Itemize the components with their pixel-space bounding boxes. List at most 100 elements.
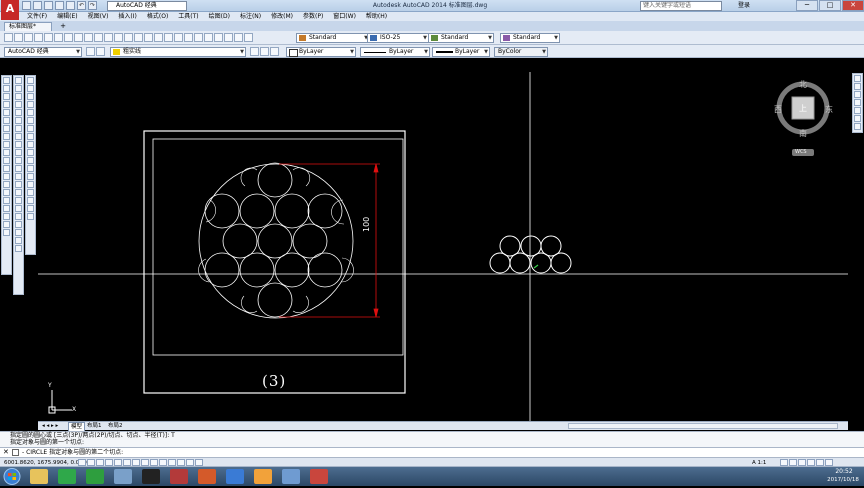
paste-icon[interactable] <box>94 33 103 42</box>
start-button[interactable] <box>1 467 23 486</box>
menu-window[interactable]: 窗口(W) <box>328 12 361 21</box>
zoom-realtime-icon[interactable] <box>154 33 163 42</box>
ellipse-icon[interactable] <box>3 149 10 156</box>
undo-icon[interactable]: ↶ <box>77 1 86 10</box>
lineweight-display-icon[interactable] <box>168 459 176 466</box>
sheet-set-icon[interactable] <box>214 33 223 42</box>
walk-icon[interactable] <box>854 115 861 122</box>
menu-file[interactable]: 文件(F) <box>22 12 52 21</box>
grid-display-icon[interactable] <box>96 459 104 466</box>
scale-icon[interactable] <box>15 133 22 140</box>
block-editor-icon[interactable] <box>114 33 123 42</box>
ortho-icon[interactable] <box>27 181 34 188</box>
offset-icon[interactable] <box>15 101 22 108</box>
workspace-switch-icon[interactable] <box>789 459 797 466</box>
node-icon[interactable] <box>27 101 34 108</box>
undo-tool-icon[interactable] <box>124 33 133 42</box>
perpendicular-icon[interactable] <box>27 125 34 132</box>
coordinate-readout[interactable]: 6001.8620, 1675.9904, 0.0000 <box>4 459 90 467</box>
parallel-icon[interactable] <box>27 133 34 140</box>
draw-order-icon[interactable] <box>15 245 22 252</box>
preview-icon[interactable] <box>44 33 53 42</box>
text-style-dropdown[interactable]: Standard▼ <box>296 33 370 43</box>
compass-south[interactable]: 南 <box>799 128 807 139</box>
screen-recorder-icon[interactable] <box>170 469 188 484</box>
break-point-icon[interactable] <box>15 165 22 172</box>
spline-icon[interactable] <box>3 141 10 148</box>
trim-icon[interactable] <box>15 149 22 156</box>
quadrant-icon[interactable] <box>27 109 34 116</box>
fly-icon[interactable] <box>854 123 861 130</box>
mirror-icon[interactable] <box>15 93 22 100</box>
break-icon[interactable] <box>15 173 22 180</box>
grid-icon[interactable] <box>27 173 34 180</box>
layer-dropdown[interactable]: 粗实线 ▼ <box>110 47 246 57</box>
word-icon[interactable] <box>282 469 300 484</box>
snap-icon[interactable] <box>27 85 34 92</box>
gradient-icon[interactable] <box>3 197 10 204</box>
polygon-icon[interactable] <box>3 101 10 108</box>
viewcube[interactable]: 北 南 东 西 上 WCS <box>772 77 834 159</box>
make-current-icon[interactable] <box>250 47 259 56</box>
ortho-mode-icon[interactable] <box>105 459 113 466</box>
horizontal-scrollbar[interactable] <box>568 423 838 429</box>
continuous-orbit-icon[interactable] <box>854 91 861 98</box>
menu-dimension[interactable]: 标注(N) <box>235 12 266 21</box>
menu-edit[interactable]: 编辑(E) <box>52 12 82 21</box>
copy-object-icon[interactable] <box>15 85 22 92</box>
linetype-dropdown[interactable]: ByLayer ▼ <box>360 47 430 57</box>
dyn-icon[interactable] <box>27 213 34 220</box>
terminal-icon[interactable] <box>142 469 160 484</box>
autocad-logo-icon[interactable]: A <box>1 0 19 20</box>
erase-icon[interactable] <box>15 77 22 84</box>
move-icon[interactable] <box>15 117 22 124</box>
media-icon[interactable] <box>114 469 132 484</box>
isolate-objects-icon[interactable] <box>816 459 824 466</box>
zoom-previous-icon[interactable] <box>174 33 183 42</box>
menu-view[interactable]: 视图(V) <box>83 12 114 21</box>
tangent-icon[interactable] <box>27 117 34 124</box>
color-dropdown[interactable]: ByLayer ▼ <box>286 47 356 57</box>
menu-modify[interactable]: 修改(M) <box>266 12 298 21</box>
publish-icon[interactable] <box>54 33 63 42</box>
layer-manager-icon[interactable] <box>96 47 105 56</box>
compass-east[interactable]: 东 <box>825 104 833 115</box>
minimize-button[interactable]: ─ <box>796 0 818 11</box>
menu-parametric[interactable]: 参数(P) <box>298 12 328 21</box>
make-block-icon[interactable] <box>3 173 10 180</box>
help-icon[interactable] <box>244 33 253 42</box>
workspace-dropdown[interactable]: AutoCAD 经典 <box>107 1 187 11</box>
wcs-label[interactable]: WCS <box>795 149 807 155</box>
save-as-icon[interactable] <box>55 1 64 10</box>
browser-icon[interactable] <box>254 469 272 484</box>
hardware-accel-icon[interactable] <box>807 459 815 466</box>
new-tab-button[interactable]: + <box>58 23 68 31</box>
clock-date[interactable]: 2017/10/18 <box>822 477 864 483</box>
settings-icon[interactable] <box>86 47 95 56</box>
multileader-style-dropdown[interactable]: Standard ▼ <box>500 33 560 43</box>
3d-osnap-icon[interactable] <box>132 459 140 466</box>
design-center-icon[interactable] <box>194 33 203 42</box>
open-file-icon[interactable] <box>14 33 23 42</box>
maximize-button[interactable]: □ <box>819 0 841 11</box>
save-icon[interactable] <box>44 1 53 10</box>
sogou-icon[interactable] <box>226 469 244 484</box>
cube-face-label[interactable]: 上 <box>799 103 807 114</box>
rotate-icon[interactable] <box>15 125 22 132</box>
add-selected-icon[interactable] <box>3 229 10 236</box>
ellipse-arc-icon[interactable] <box>3 157 10 164</box>
login-button[interactable]: 登录 <box>738 1 768 11</box>
explorer-icon[interactable] <box>30 469 48 484</box>
explode-icon[interactable] <box>15 213 22 220</box>
search-input[interactable]: 键入关键字或短语 <box>640 1 722 11</box>
redo-tool-icon[interactable] <box>134 33 143 42</box>
nearest-icon[interactable] <box>27 149 34 156</box>
layer-states-icon[interactable] <box>270 47 279 56</box>
dynamic-ucs-icon[interactable] <box>150 459 158 466</box>
object-snap-tracking-icon[interactable] <box>141 459 149 466</box>
tab-layout2[interactable]: 布局2 <box>106 422 125 430</box>
match-properties-icon[interactable] <box>104 33 113 42</box>
lineweight-dropdown[interactable]: ByLayer ▼ <box>432 47 490 57</box>
chamfer-icon[interactable] <box>15 189 22 196</box>
blend-icon[interactable] <box>15 205 22 212</box>
